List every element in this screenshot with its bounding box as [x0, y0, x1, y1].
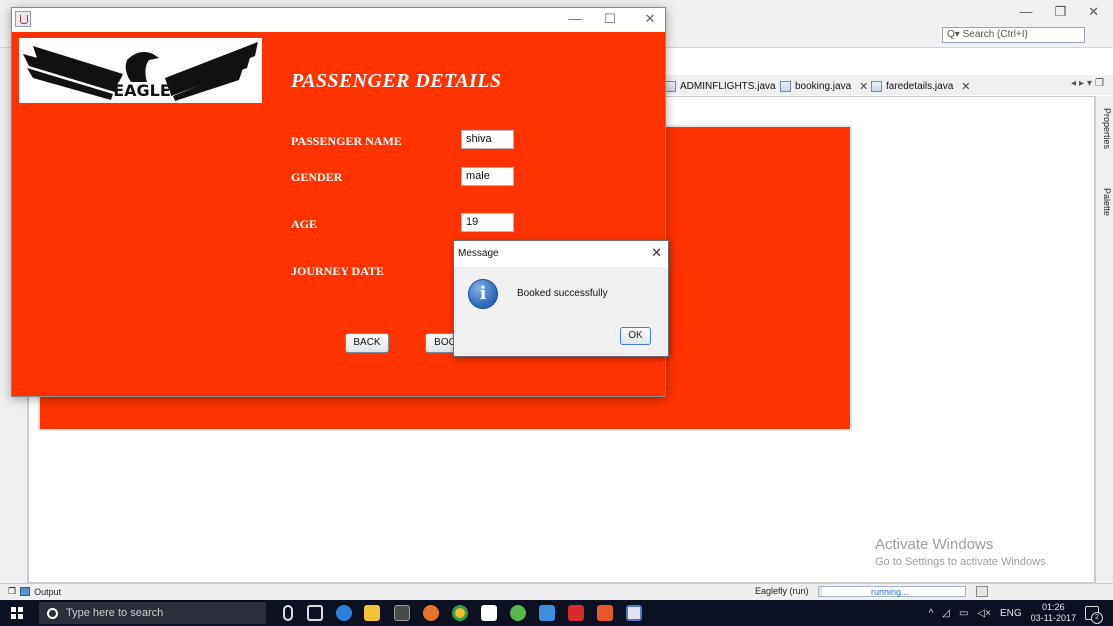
tab-label: faredetails.java — [886, 80, 954, 92]
close-icon[interactable]: ✕ — [639, 10, 661, 28]
task-view-icon[interactable] — [307, 605, 323, 621]
microphone-icon[interactable] — [283, 605, 293, 621]
language-indicator[interactable]: ENG — [1000, 608, 1022, 619]
java-file-icon — [780, 80, 791, 92]
dialog-title: Message — [458, 248, 499, 259]
tab-faredetails[interactable]: faredetails.java ✕ — [871, 78, 970, 94]
run-progress-bar: running... — [818, 586, 966, 597]
palette-tab[interactable]: Palette — [1098, 188, 1112, 216]
cube-app-icon[interactable] — [539, 605, 555, 621]
logo-wordmark: EAGLE — [113, 81, 171, 100]
page-title: PASSENGER DETAILS — [291, 70, 502, 92]
file-explorer-icon[interactable] — [364, 605, 380, 621]
tab-navigation-icons[interactable]: ◂▸▾❐ — [1071, 78, 1107, 89]
ide-status-bar: ❐ Output Eaglefly (run) running... — [0, 583, 1113, 600]
java-app-icon[interactable] — [626, 605, 642, 621]
stop-icon[interactable] — [976, 586, 988, 597]
ok-button[interactable]: OK — [620, 327, 651, 345]
tab-adminflights[interactable]: ADMINFLIGHTS.java ✕ — [665, 78, 793, 94]
system-tray: ^ ◿ ▭ ◁× ENG 01:26 03-11-2017 — [929, 602, 1103, 624]
run-status-text: running... — [871, 587, 909, 597]
message-dialog: Message ✕ i Booked successfully OK — [453, 240, 669, 357]
java-file-icon — [665, 80, 676, 92]
dialog-titlebar[interactable]: Message ✕ — [454, 241, 668, 267]
firefox-icon[interactable] — [423, 605, 439, 621]
ide-editor-tabs: ADMINFLIGHTS.java ✕ booking.java ✕ fared… — [665, 75, 1113, 95]
back-button[interactable]: BACK — [345, 333, 389, 353]
eagle-logo-graphic: EAGLE — [23, 42, 258, 101]
age-field[interactable]: 19 — [461, 213, 514, 232]
ide-window-controls: — ❐ ✕ — [1019, 4, 1099, 20]
clock-date: 03-11-2017 — [1030, 613, 1076, 623]
battery-icon[interactable]: ▭ — [959, 608, 968, 619]
tab-label: ADMINFLIGHTS.java — [680, 80, 776, 92]
store-icon[interactable] — [394, 605, 410, 621]
gender-label: GENDER — [291, 170, 343, 184]
run-label[interactable]: Eaglefly (run) — [755, 586, 809, 596]
ide-search-input[interactable]: Q▾ Search (Ctrl+I) — [942, 27, 1085, 43]
close-icon[interactable]: ✕ — [961, 80, 970, 93]
gender-field[interactable]: male — [461, 167, 514, 186]
mail-icon[interactable] — [481, 605, 497, 621]
info-icon: i — [468, 279, 498, 309]
restore-icon: ❐ — [8, 586, 17, 596]
activation-watermark: Activate Windows Go to Settings to activ… — [875, 536, 1049, 568]
minimize-icon[interactable]: — — [1019, 4, 1032, 20]
taskbar-search-input[interactable]: Type here to search — [39, 602, 266, 624]
windows-start-icon[interactable] — [11, 607, 23, 619]
search-icon: Q — [947, 29, 955, 40]
xampp-icon[interactable] — [597, 605, 613, 621]
output-icon — [20, 587, 31, 596]
clock[interactable]: 01:26 03-11-2017 — [1031, 602, 1076, 624]
edge-browser-icon[interactable] — [336, 605, 352, 621]
ide-right-sidebar: Properties Palette — [1095, 96, 1113, 592]
tab-booking[interactable]: booking.java ✕ — [780, 78, 868, 94]
java-icon — [15, 11, 31, 27]
restore-icon[interactable]: ❐ — [1054, 4, 1066, 20]
clock-time: 01:26 — [1042, 602, 1065, 612]
chrome-icon[interactable] — [452, 605, 468, 621]
pdf-reader-icon[interactable] — [568, 605, 584, 621]
window-titlebar[interactable]: — ☐ ✕ — [12, 8, 665, 32]
tab-label: booking.java — [795, 80, 852, 92]
windows-taskbar: Type here to search ^ ◿ ▭ ◁× ENG 01:26 0… — [0, 600, 1113, 626]
age-label: AGE — [291, 217, 318, 231]
network-icon[interactable]: ◿ — [942, 608, 950, 619]
eagle-logo: EAGLE — [19, 38, 262, 103]
cortana-icon — [47, 607, 58, 619]
close-icon[interactable]: ✕ — [859, 80, 868, 93]
close-icon[interactable]: ✕ — [1088, 4, 1099, 20]
chevron-up-icon[interactable]: ^ — [929, 608, 934, 619]
watermark-title: Activate Windows — [875, 536, 994, 553]
dialog-message: Booked successfully — [517, 288, 608, 299]
green-app-icon[interactable] — [510, 605, 526, 621]
passenger-name-field[interactable]: shiva — [461, 130, 514, 149]
watermark-subtitle: Go to Settings to activate Windows. — [875, 556, 1049, 568]
close-icon[interactable]: ✕ — [651, 245, 662, 261]
minimize-icon[interactable]: — — [564, 10, 586, 28]
journey-date-label: JOURNEY DATE — [291, 264, 385, 278]
output-tab[interactable]: ❐ Output — [8, 586, 61, 597]
java-file-icon — [871, 80, 882, 92]
notification-icon[interactable] — [1085, 606, 1103, 624]
volume-icon[interactable]: ◁× — [977, 608, 991, 619]
output-label: Output — [34, 586, 62, 597]
maximize-icon[interactable]: ☐ — [599, 10, 621, 28]
taskbar-search-placeholder: Type here to search — [66, 607, 164, 619]
run-progress-fill — [819, 587, 822, 596]
passenger-name-label: PASSENGER NAME — [291, 134, 402, 148]
properties-tab[interactable]: Properties — [1098, 108, 1112, 149]
ide-search-placeholder: Search (Ctrl+I) — [962, 29, 1028, 40]
